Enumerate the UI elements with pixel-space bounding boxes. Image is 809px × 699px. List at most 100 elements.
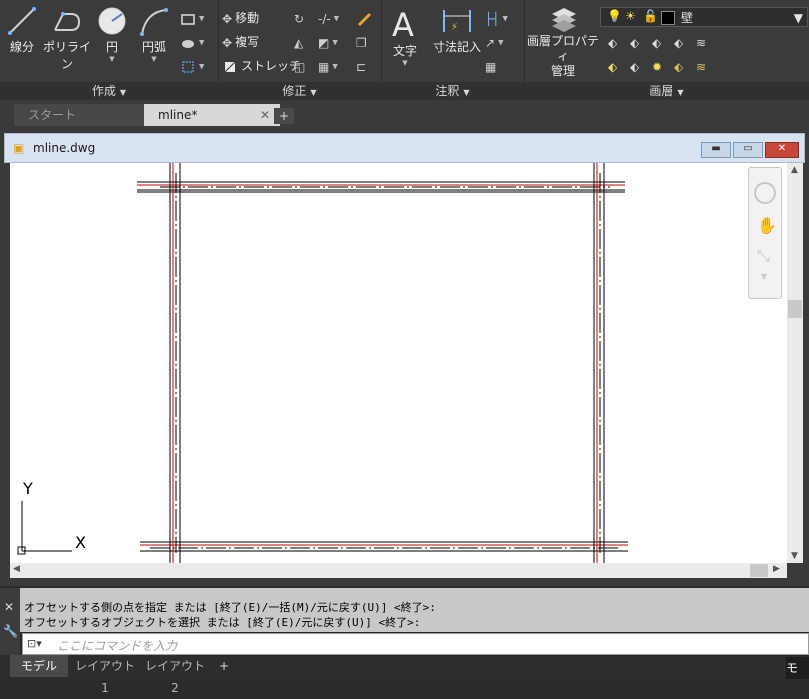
file-tab-start[interactable]: スタート xyxy=(14,104,152,126)
hatch-icon xyxy=(182,39,194,48)
erase-icon xyxy=(357,12,372,26)
model-space-toggle[interactable]: モデ xyxy=(786,657,809,679)
circle-button[interactable]: 円 ▼ xyxy=(90,6,134,63)
arc-button[interactable]: 円弧 ▼ xyxy=(132,6,176,63)
layer-tool-1-button[interactable]: ⬖ xyxy=(608,32,620,52)
stretch-icon xyxy=(224,61,236,72)
close-window-button[interactable]: ✕ xyxy=(765,142,799,158)
line-button[interactable]: 線分 xyxy=(0,6,44,55)
zoom-dropdown-icon[interactable]: ▼ xyxy=(761,272,767,281)
layer-tool-3-button[interactable]: ⬖ xyxy=(652,32,664,52)
layer-color-swatch xyxy=(661,11,675,25)
layer-tool-2-button[interactable]: ⬖ xyxy=(630,32,642,52)
circle-dropdown-icon[interactable]: ▼ xyxy=(90,55,134,63)
fillet-button[interactable]: ◩ ▼ xyxy=(318,32,338,52)
close-tab-icon[interactable]: ✕ xyxy=(260,104,270,126)
modify-panel-title[interactable]: 修正 ▼ xyxy=(218,82,381,100)
scroll-down-icon[interactable]: ▼ xyxy=(791,551,798,561)
layer-unlock-icon: ⬖ xyxy=(674,59,684,74)
customize-wrench-icon[interactable]: 🔧 xyxy=(3,624,18,638)
layout-tab-bar: モデル レイアウト1 レイアウト2 + モデ xyxy=(0,655,809,695)
draw-panel-title[interactable]: 作成 ▼ xyxy=(0,82,218,100)
layer-tool-10-button[interactable]: ≋ xyxy=(696,56,709,76)
ucs-icon xyxy=(17,501,72,555)
trim-button[interactable]: -/- ▼ xyxy=(318,8,339,28)
hatch-button[interactable]: ▼ xyxy=(180,32,204,52)
mirror-button[interactable]: ◭ xyxy=(294,32,306,52)
scroll-right-icon[interactable]: ▶ xyxy=(773,564,780,574)
arc-icon xyxy=(140,8,168,36)
layer-dropdown[interactable]: 💡 ☀ 🔓 壁 ▼ xyxy=(600,7,808,27)
steering-wheel-icon[interactable] xyxy=(754,182,776,204)
vertical-scrollbar[interactable]: ▲ ▼ xyxy=(787,163,803,563)
linear-dimension-icon: ├┤ xyxy=(485,11,500,26)
scroll-left-icon[interactable]: ◀ xyxy=(13,564,20,574)
polyline-button[interactable]: ポリライン xyxy=(42,6,92,72)
layer-properties-icon xyxy=(552,8,576,32)
linear-dimension-button[interactable]: ├┤ ▼ xyxy=(485,8,508,28)
polyline-label: ポリライン xyxy=(42,40,91,71)
scale-button[interactable]: ◱ xyxy=(294,56,308,76)
horizontal-scrollbar[interactable]: ◀ ▶ xyxy=(10,563,787,578)
close-icon: ✕ xyxy=(777,143,787,154)
layer-stack-icon: ≋ xyxy=(696,35,707,50)
table-button[interactable]: ▦ xyxy=(485,56,499,76)
layer-tool-7-button[interactable]: ⬖ xyxy=(630,56,642,76)
rectangle-button[interactable]: ▼ xyxy=(180,8,204,28)
rotate-button[interactable]: ↻ xyxy=(294,8,307,28)
navigation-bar: ✋ ⤡ ▼ xyxy=(748,167,782,299)
modify-panel: ✥ 移動 ✥ 複写 ストレッチ ↻ -/- ▼ ◭ ◩ ▼ ❒ ◱ ▦ ▼ ⊏ 修正 ▼ xyxy=(218,0,382,100)
layout-tab-layout1[interactable]: レイアウト1 xyxy=(72,655,138,695)
erase-button[interactable] xyxy=(356,8,375,28)
unlock-icon: 🔓 xyxy=(643,9,658,23)
drawing-window-titlebar: ▣ mline.dwg ▬ ▭ ✕ xyxy=(4,133,805,163)
restore-button[interactable]: ▭ xyxy=(733,142,763,158)
vertical-scroll-thumb[interactable] xyxy=(788,300,802,318)
plus-icon: + xyxy=(278,109,290,123)
layer-tool-4-button[interactable]: ⬖ xyxy=(674,32,686,52)
polyline-icon xyxy=(54,12,81,31)
text-button[interactable]: A 文字 ▼ xyxy=(383,6,427,67)
offset-button[interactable]: ⊏ xyxy=(356,56,369,76)
drawing-canvas[interactable]: Y X ✋ ⤡ ▼ xyxy=(10,163,787,563)
array-button[interactable]: ▦ ▼ xyxy=(318,56,338,76)
layer-on-icon: ⬖ xyxy=(608,59,618,74)
scroll-up-icon[interactable]: ▲ xyxy=(791,165,798,175)
dimension-icon: ⚡ xyxy=(443,10,471,33)
add-layout-button[interactable]: + xyxy=(214,655,234,677)
dimension-button[interactable]: ⚡ 寸法記入 xyxy=(431,6,483,55)
command-prompt-icon[interactable]: ⊡▾ xyxy=(27,637,42,650)
arc-dropdown-icon[interactable]: ▼ xyxy=(132,55,176,63)
command-line-grip[interactable]: ✕ 🔧 xyxy=(0,588,20,655)
circle-label: 円 xyxy=(105,40,118,54)
stretch-button[interactable]: ストレッチ xyxy=(222,56,301,76)
copy-button[interactable]: ✥ 複写 xyxy=(222,32,259,52)
annotation-panel-title[interactable]: 注釈 ▼ xyxy=(381,82,524,100)
leader-icon: ↗ xyxy=(485,35,496,50)
command-input[interactable]: ⊡▾ ここにコマンドを入力 xyxy=(22,633,809,655)
pan-hand-icon[interactable]: ✋ xyxy=(757,216,777,235)
sun-icon: ☀ xyxy=(625,9,636,23)
move-button[interactable]: ✥ 移動 xyxy=(222,8,259,28)
leader-button[interactable]: ↗ ▼ xyxy=(485,32,503,52)
region-button[interactable]: ▼ xyxy=(180,56,204,76)
file-tab-mline[interactable]: mline* ✕ xyxy=(144,104,280,126)
layer-tool-6-button[interactable]: ⬖ xyxy=(608,56,620,76)
annotation-panel: A 文字 ▼ ⚡ 寸法記入 ├┤ ▼ ↗ ▼ ▦ 注釈 ▼ xyxy=(381,0,525,100)
layout-tab-model[interactable]: モデル xyxy=(10,655,68,677)
command-history-line-1: オフセットする側の点を指定 または [終了(E)/一括(M)/元に戻す(U)] … xyxy=(24,601,436,614)
mirror-icon: ◭ xyxy=(294,35,304,50)
dwg-file-icon: ▣ xyxy=(13,141,25,155)
new-tab-button[interactable]: + xyxy=(274,108,294,124)
layer-properties-button[interactable]: 画層プロパティ 管理 xyxy=(526,6,600,79)
zoom-extents-icon[interactable]: ⤡ xyxy=(757,246,770,266)
layer-tool-9-button[interactable]: ⬖ xyxy=(674,56,686,76)
horizontal-scroll-thumb[interactable] xyxy=(750,564,768,577)
layout-tab-layout2[interactable]: レイアウト2 xyxy=(142,655,208,695)
explode-button[interactable]: ❒ xyxy=(356,32,370,52)
close-command-line-icon[interactable]: ✕ xyxy=(4,600,14,614)
layers-panel-title[interactable]: 画層 ▼ xyxy=(524,82,809,100)
minimize-button[interactable]: ▬ xyxy=(701,142,731,158)
layer-tool-5-button[interactable]: ≋ xyxy=(696,32,709,52)
layer-tool-8-button[interactable]: ✹ xyxy=(652,56,665,76)
